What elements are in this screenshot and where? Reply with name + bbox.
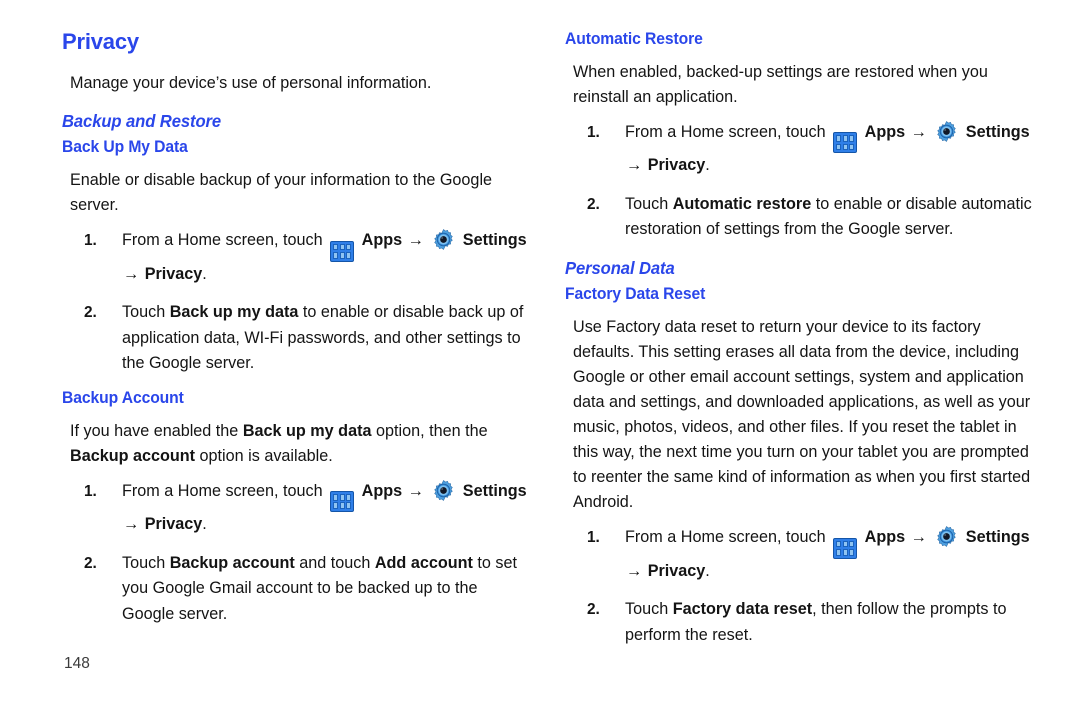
apps-grid-icon	[330, 240, 355, 262]
bold-run: Factory data reset	[672, 600, 813, 619]
text-run: option is available.	[195, 446, 333, 465]
arrow-icon: →	[123, 264, 140, 283]
automatic-restore-steps: 1. From a Home screen, touch Apps → Sett…	[565, 120, 1035, 243]
step-text-prefix: From a Home screen, touch	[122, 231, 328, 250]
left-column: Privacy Manage your device’s use of pers…	[62, 30, 532, 639]
step-item: 1. From a Home screen, touch Apps → Sett…	[565, 120, 1035, 179]
step-text-end: .	[202, 264, 207, 283]
step-item: 1. From a Home screen, touch Apps → Sett…	[62, 479, 532, 538]
step-number: 1.	[84, 232, 97, 250]
step-item: 1. From a Home screen, touch Apps → Sett…	[62, 228, 532, 287]
gear-icon	[937, 526, 956, 548]
text-run: and touch	[294, 553, 375, 572]
section-heading-backup-and-restore: Backup and Restore	[62, 111, 222, 132]
privacy-label: Privacy	[647, 156, 706, 175]
arrow-icon: →	[626, 156, 643, 175]
text-run: option, then the	[371, 421, 488, 440]
apps-label: Apps	[361, 231, 403, 250]
step-number: 2.	[587, 601, 600, 619]
settings-label: Settings	[462, 231, 527, 250]
step-number: 2.	[84, 304, 97, 322]
automatic-restore-paragraph: When enabled, backed-up settings are res…	[573, 63, 988, 107]
subsection-heading-automatic-restore: Automatic Restore	[565, 30, 703, 48]
arrow-icon: →	[123, 515, 140, 534]
step-item: 2. Touch Backup account and touch Add ac…	[62, 551, 532, 628]
bold-run: Back up my data	[169, 303, 299, 322]
arrow-icon: →	[910, 123, 927, 142]
gear-icon	[434, 479, 453, 501]
factory-data-reset-paragraph: Use Factory data reset to return your de…	[573, 318, 1031, 512]
text-run: If you have enabled the	[70, 421, 243, 440]
back-up-my-data-paragraph: Enable or disable backup of your informa…	[70, 171, 493, 215]
step-number: 2.	[84, 554, 97, 572]
text-run: Touch	[122, 553, 170, 572]
step-text: Touch Backup account and touch Add accou…	[122, 554, 517, 623]
step-item: 1. From a Home screen, touch Apps → Sett…	[565, 525, 1035, 584]
page-number: 148	[64, 655, 90, 672]
settings-label: Settings	[965, 528, 1030, 547]
step-text-prefix: From a Home screen, touch	[122, 481, 328, 500]
step-number: 1.	[587, 124, 600, 142]
subsection-heading-factory-data-reset: Factory Data Reset	[565, 285, 706, 304]
arrow-icon: →	[626, 561, 643, 580]
page-title: Privacy	[62, 29, 139, 54]
apps-grid-icon	[330, 491, 355, 513]
apps-label: Apps	[361, 481, 403, 500]
bold-run: Backup account	[169, 553, 295, 572]
step-text-end: .	[202, 515, 207, 534]
apps-label: Apps	[864, 528, 906, 547]
back-up-my-data-steps: 1. From a Home screen, touch Apps → Sett…	[62, 228, 532, 376]
text-run: Touch	[625, 194, 673, 213]
subsection-heading-backup-account: Backup Account	[62, 388, 184, 407]
bold-run: Back up my data	[242, 421, 372, 440]
section-heading-personal-data: Personal Data	[565, 257, 675, 278]
step-text-prefix: From a Home screen, touch	[625, 123, 831, 142]
apps-grid-icon	[833, 132, 858, 154]
step-text: Touch Back up my data to enable or disab…	[122, 303, 523, 372]
gear-icon	[937, 121, 956, 143]
step-text: Touch Automatic restore to enable or dis…	[625, 195, 1032, 239]
step-item: 2. Touch Factory data reset, then follow…	[565, 597, 1035, 648]
privacy-intro-paragraph: Manage your device’s use of personal inf…	[70, 74, 432, 93]
step-text-end: .	[705, 156, 710, 175]
arrow-icon: →	[407, 231, 424, 250]
settings-label: Settings	[462, 481, 527, 500]
backup-account-steps: 1. From a Home screen, touch Apps → Sett…	[62, 479, 532, 627]
step-number: 1.	[84, 482, 97, 500]
right-column: Automatic Restore When enabled, backed-u…	[565, 30, 1035, 660]
step-text: Touch Factory data reset, then follow th…	[625, 600, 1007, 644]
step-number: 1.	[587, 529, 600, 547]
step-text-end: .	[705, 561, 710, 580]
subsection-heading-back-up-my-data: Back Up My Data	[62, 138, 188, 157]
bold-run: Automatic restore	[672, 194, 812, 213]
step-item: 2. Touch Automatic restore to enable or …	[565, 192, 1035, 243]
bold-run: Add account	[374, 553, 473, 572]
step-number: 2.	[587, 195, 600, 213]
privacy-label: Privacy	[144, 264, 203, 283]
step-item: 2. Touch Back up my data to enable or di…	[62, 300, 532, 377]
apps-grid-icon	[833, 537, 858, 559]
manual-page: Privacy Manage your device’s use of pers…	[0, 0, 1080, 720]
backup-account-paragraph: If you have enabled the Back up my data …	[62, 419, 532, 469]
arrow-icon: →	[910, 528, 927, 547]
text-run: Touch	[122, 303, 170, 322]
privacy-label: Privacy	[647, 561, 706, 580]
arrow-icon: →	[407, 481, 424, 500]
privacy-label: Privacy	[144, 515, 203, 534]
text-run: Touch	[625, 600, 673, 619]
gear-icon	[434, 229, 453, 251]
bold-run: Backup account	[70, 446, 196, 465]
apps-label: Apps	[864, 123, 906, 142]
factory-data-reset-steps: 1. From a Home screen, touch Apps → Sett…	[565, 525, 1035, 648]
settings-label: Settings	[965, 123, 1030, 142]
step-text-prefix: From a Home screen, touch	[625, 528, 831, 547]
